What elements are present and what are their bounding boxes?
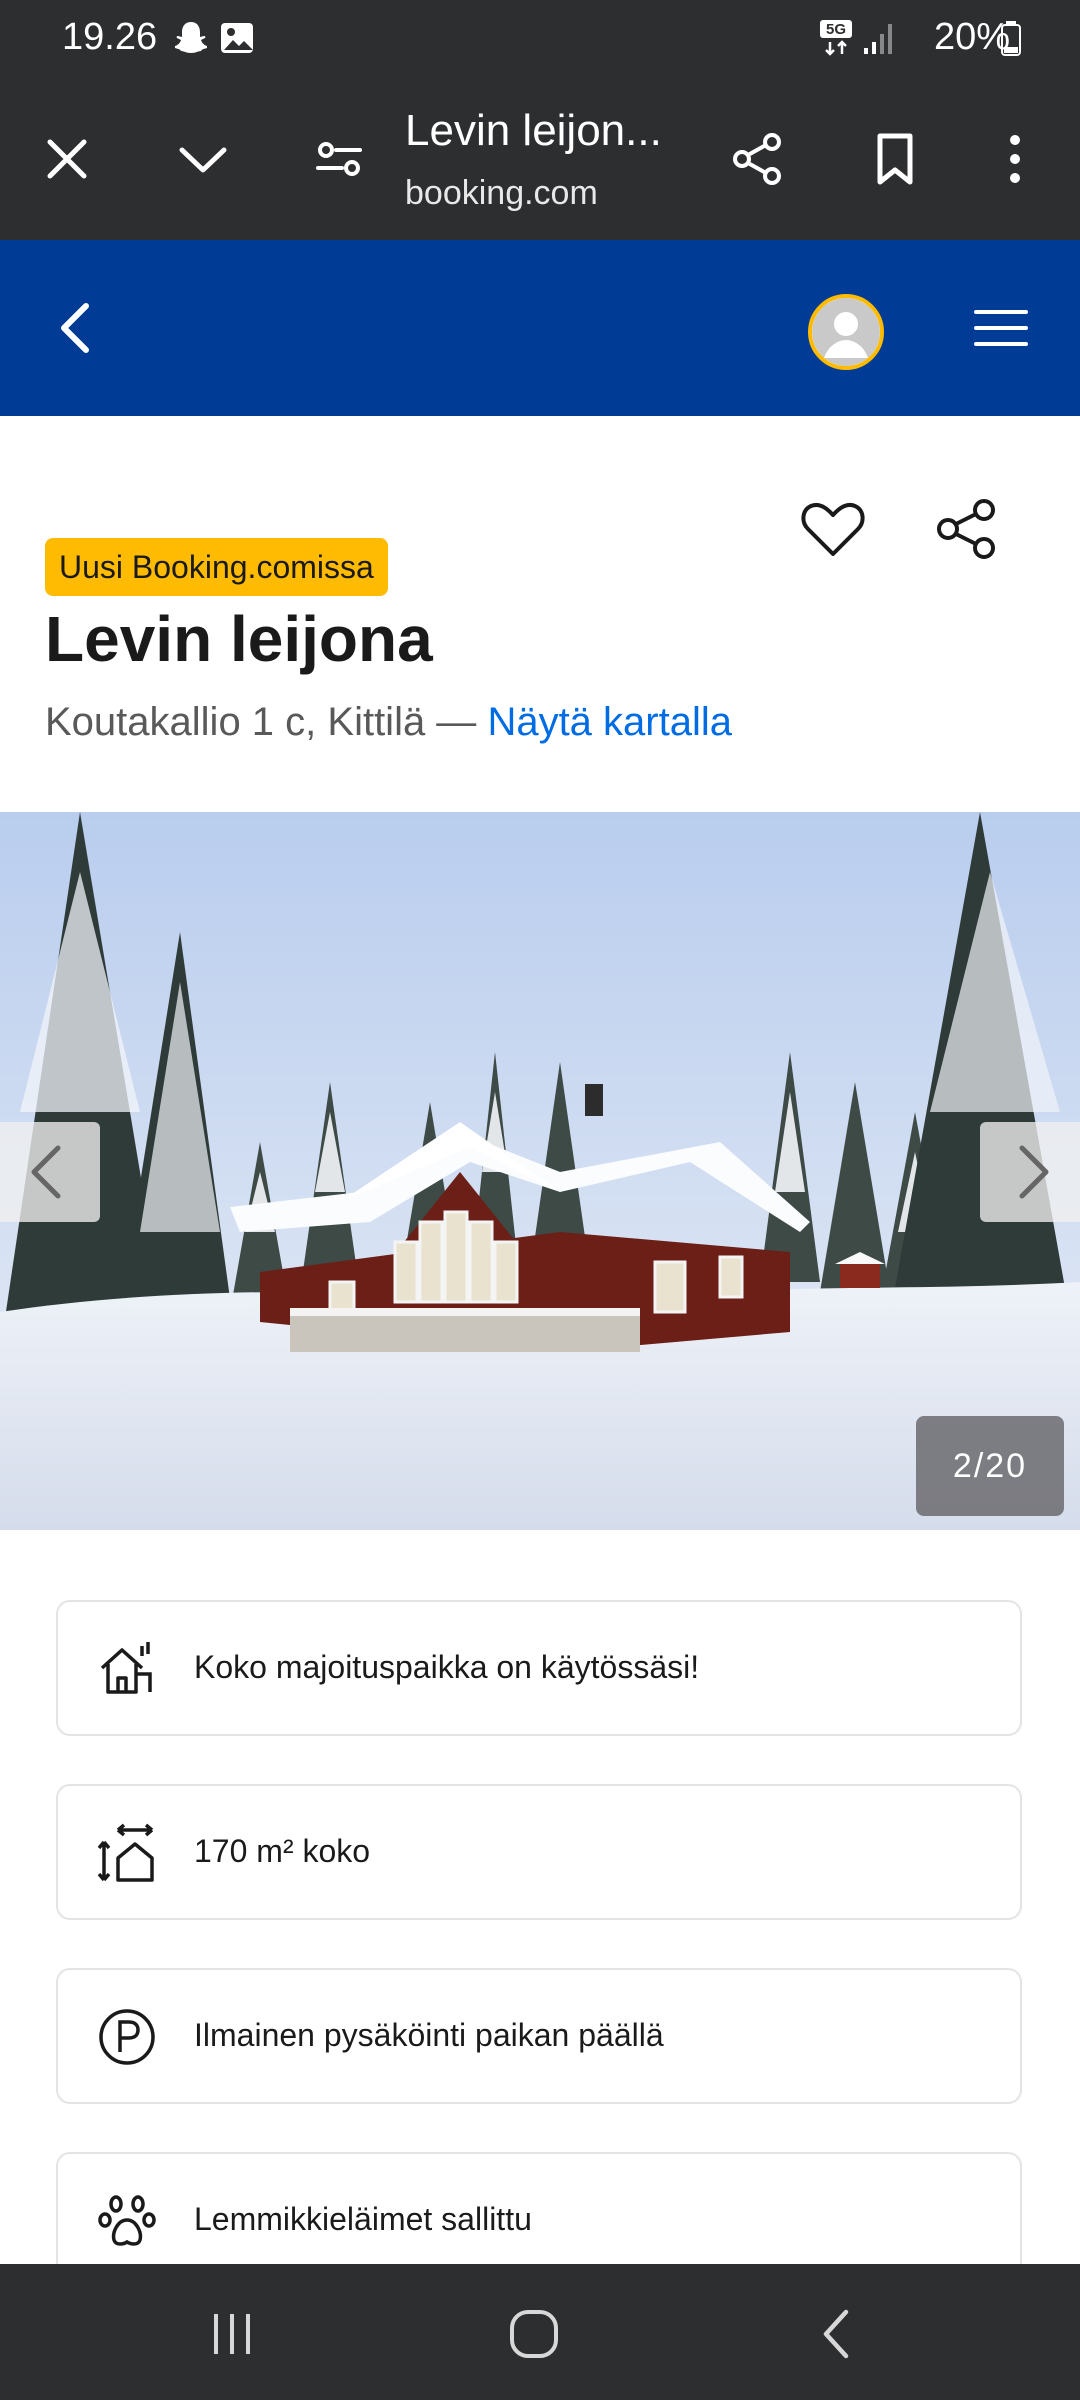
share-icon[interactable] (932, 494, 1002, 564)
gallery-icon (221, 23, 253, 53)
5g-icon: 5G (820, 20, 852, 56)
back-icon[interactable] (48, 298, 108, 358)
avatar-icon (812, 298, 880, 366)
browser-toolbar: Levin leijon... booking.com (0, 78, 1080, 240)
paw-icon (98, 2195, 156, 2246)
system-navigation-bar (0, 2264, 1080, 2400)
page-domain[interactable]: booking.com (405, 174, 598, 213)
property-name: Levin leijona (45, 603, 433, 675)
battery-icon (1001, 21, 1021, 56)
network-label: 5G (826, 21, 846, 38)
signal-icon (864, 24, 892, 54)
house-icon (100, 1642, 152, 1694)
site-header (0, 240, 1080, 416)
address-text: Koutakallio 1 c, Kittilä — (45, 700, 477, 744)
status-bar: 19.26 5G 20% (0, 0, 1080, 78)
hamburger-menu-icon[interactable] (972, 300, 1030, 356)
battery-percent: 20% (933, 16, 1010, 58)
parking-icon (99, 2009, 155, 2065)
photo-counter: 2/20 (916, 1416, 1064, 1516)
avatar[interactable] (808, 294, 884, 370)
home-icon[interactable] (504, 2304, 564, 2364)
status-time: 19.26 (62, 16, 158, 58)
close-icon[interactable] (36, 128, 98, 190)
feature-text: Lemmikkieläimet sallittu (194, 2201, 532, 2237)
recent-apps-icon[interactable] (202, 2304, 262, 2364)
page-title[interactable]: Levin leijon... (405, 106, 662, 156)
feature-card-entire-place: Koko majoituspaikka on käytössäsi! (56, 1600, 1022, 1736)
feature-text: Koko majoituspaikka on käytössäsi! (194, 1649, 700, 1685)
property-address: Koutakallio 1 c, Kittilä — Näytä kartall… (45, 700, 732, 745)
feature-card-parking: Ilmainen pysäköinti paikan päällä (56, 1968, 1022, 2104)
more-icon[interactable] (984, 128, 1046, 190)
feature-card-size: 170 m² koko (56, 1784, 1022, 1920)
next-photo-button[interactable] (980, 1122, 1080, 1222)
share-icon[interactable] (726, 128, 788, 190)
chevron-left-icon (31, 1145, 61, 1199)
chevron-down-icon[interactable] (172, 128, 234, 190)
size-icon (97, 1823, 154, 1882)
snapchat-icon (175, 22, 207, 53)
new-on-booking-badge: Uusi Booking.comissa (45, 538, 388, 596)
previous-photo-button[interactable] (0, 1122, 100, 1222)
show-on-map-link[interactable]: Näytä kartalla (487, 700, 732, 744)
feature-text: 170 m² koko (194, 1833, 371, 1869)
chevron-right-icon (1019, 1145, 1049, 1199)
heart-icon[interactable] (798, 494, 868, 564)
system-back-icon[interactable] (808, 2304, 868, 2364)
feature-text: Ilmainen pysäköinti paikan päällä (194, 2017, 664, 2053)
bookmark-icon[interactable] (864, 128, 926, 190)
page-settings-icon[interactable] (308, 128, 370, 190)
